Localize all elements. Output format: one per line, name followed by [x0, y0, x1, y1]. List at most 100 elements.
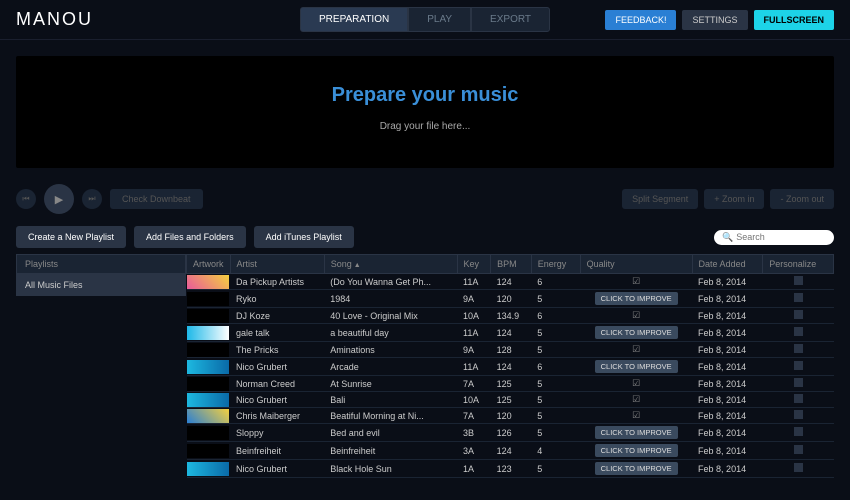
cell-bpm: 124	[491, 358, 532, 376]
cell-personalize	[763, 308, 834, 324]
cell-artist: DJ Koze	[230, 308, 324, 324]
personalize-checkbox[interactable]	[794, 410, 803, 419]
quality-check-icon: ☑	[586, 410, 686, 421]
personalize-checkbox[interactable]	[794, 293, 803, 302]
create-playlist-button[interactable]: Create a New Playlist	[16, 226, 126, 248]
zoom-out-button[interactable]: - Zoom out	[770, 189, 834, 209]
sidebar-item-all-music[interactable]: All Music Files	[16, 274, 186, 296]
cell-personalize	[763, 290, 834, 308]
playlists-header: Playlists	[16, 254, 186, 274]
table-row[interactable]: Ryko19849A1205CLICK TO IMPROVEFeb 8, 201…	[187, 290, 834, 308]
tab-preparation[interactable]: PREPARATION	[300, 7, 408, 32]
cell-song: Bed and evil	[324, 424, 457, 442]
cell-quality: CLICK TO IMPROVE	[580, 290, 692, 308]
click-to-improve-button[interactable]: CLICK TO IMPROVE	[595, 462, 678, 475]
cell-quality: CLICK TO IMPROVE	[580, 424, 692, 442]
cell-quality: ☑	[580, 376, 692, 392]
artwork-thumbnail	[187, 426, 229, 440]
cell-personalize	[763, 324, 834, 342]
search-box[interactable]: 🔍	[714, 230, 834, 245]
next-button[interactable]: ⏭	[82, 189, 102, 209]
personalize-checkbox[interactable]	[794, 445, 803, 454]
col-key[interactable]: Key	[457, 255, 491, 274]
personalize-checkbox[interactable]	[794, 344, 803, 353]
cell-date: Feb 8, 2014	[692, 408, 763, 424]
add-files-button[interactable]: Add Files and Folders	[134, 226, 246, 248]
cell-song: 40 Love - Original Mix	[324, 308, 457, 324]
col-date[interactable]: Date Added	[692, 255, 763, 274]
tracks-table: Artwork Artist Song▲ Key BPM Energy Qual…	[186, 254, 834, 478]
table-row[interactable]: Da Pickup Artists(Do You Wanna Get Ph...…	[187, 274, 834, 290]
search-input[interactable]	[736, 232, 826, 242]
cell-energy: 5	[531, 342, 580, 358]
cell-bpm: 124	[491, 442, 532, 460]
cell-quality: ☑	[580, 408, 692, 424]
col-artwork[interactable]: Artwork	[187, 255, 231, 274]
cell-personalize	[763, 392, 834, 408]
col-personalize[interactable]: Personalize	[763, 255, 834, 274]
cell-energy: 5	[531, 408, 580, 424]
split-segment-button[interactable]: Split Segment	[622, 189, 698, 209]
table-row[interactable]: Nico GrubertBlack Hole Sun1A1235CLICK TO…	[187, 460, 834, 478]
cell-key: 1A	[457, 460, 491, 478]
cell-quality: ☑	[580, 392, 692, 408]
col-artist[interactable]: Artist	[230, 255, 324, 274]
click-to-improve-button[interactable]: CLICK TO IMPROVE	[595, 444, 678, 457]
check-downbeat-button[interactable]: Check Downbeat	[110, 189, 203, 209]
artwork-thumbnail	[187, 444, 229, 458]
personalize-checkbox[interactable]	[794, 378, 803, 387]
cell-personalize	[763, 358, 834, 376]
col-bpm[interactable]: BPM	[491, 255, 532, 274]
personalize-checkbox[interactable]	[794, 427, 803, 436]
click-to-improve-button[interactable]: CLICK TO IMPROVE	[595, 360, 678, 373]
cell-bpm: 120	[491, 290, 532, 308]
table-row[interactable]: Nico GrubertBali10A1255☑Feb 8, 2014	[187, 392, 834, 408]
table-row[interactable]: The PricksAminations9A1285☑Feb 8, 2014	[187, 342, 834, 358]
col-song[interactable]: Song▲	[324, 255, 457, 274]
play-button[interactable]: ▶	[44, 184, 74, 214]
table-row[interactable]: SloppyBed and evil3B1265CLICK TO IMPROVE…	[187, 424, 834, 442]
table-row[interactable]: BeinfreiheitBeinfreiheit3A1244CLICK TO I…	[187, 442, 834, 460]
personalize-checkbox[interactable]	[794, 463, 803, 472]
personalize-checkbox[interactable]	[794, 276, 803, 285]
quality-check-icon: ☑	[586, 276, 686, 287]
fullscreen-button[interactable]: FULLSCREEN	[754, 10, 835, 30]
prev-button[interactable]: ⏮	[16, 189, 36, 209]
table-row[interactable]: Nico GrubertArcade11A1246CLICK TO IMPROV…	[187, 358, 834, 376]
cell-artist: Sloppy	[230, 424, 324, 442]
table-row[interactable]: gale talka beautiful day11A1245CLICK TO …	[187, 324, 834, 342]
cell-quality: ☑	[580, 308, 692, 324]
feedback-button[interactable]: FEEDBACK!	[605, 10, 676, 30]
cell-key: 9A	[457, 290, 491, 308]
add-itunes-button[interactable]: Add iTunes Playlist	[254, 226, 354, 248]
cell-energy: 6	[531, 308, 580, 324]
personalize-checkbox[interactable]	[794, 310, 803, 319]
cell-artist: Beinfreiheit	[230, 442, 324, 460]
personalize-checkbox[interactable]	[794, 361, 803, 370]
artwork-thumbnail	[187, 462, 229, 476]
cell-personalize	[763, 342, 834, 358]
drop-zone[interactable]: Prepare your music Drag your file here..…	[16, 56, 834, 168]
play-icon: ▶	[55, 193, 63, 206]
tab-play[interactable]: PLAY	[408, 7, 471, 32]
cell-energy: 5	[531, 392, 580, 408]
click-to-improve-button[interactable]: CLICK TO IMPROVE	[595, 292, 678, 305]
tab-export[interactable]: EXPORT	[471, 7, 550, 32]
col-energy[interactable]: Energy	[531, 255, 580, 274]
click-to-improve-button[interactable]: CLICK TO IMPROVE	[595, 326, 678, 339]
col-quality[interactable]: Quality	[580, 255, 692, 274]
cell-artist: gale talk	[230, 324, 324, 342]
cell-personalize	[763, 274, 834, 290]
settings-button[interactable]: SETTINGS	[682, 10, 747, 30]
cell-date: Feb 8, 2014	[692, 342, 763, 358]
zoom-in-button[interactable]: + Zoom in	[704, 189, 764, 209]
cell-energy: 5	[531, 460, 580, 478]
table-row[interactable]: DJ Koze40 Love - Original Mix10A134.96☑F…	[187, 308, 834, 324]
artwork-thumbnail	[187, 360, 229, 374]
click-to-improve-button[interactable]: CLICK TO IMPROVE	[595, 426, 678, 439]
table-row[interactable]: Norman CreedAt Sunrise7A1255☑Feb 8, 2014	[187, 376, 834, 392]
personalize-checkbox[interactable]	[794, 327, 803, 336]
cell-key: 11A	[457, 358, 491, 376]
table-row[interactable]: Chris MaibergerBeatiful Morning at Ni...…	[187, 408, 834, 424]
personalize-checkbox[interactable]	[794, 394, 803, 403]
